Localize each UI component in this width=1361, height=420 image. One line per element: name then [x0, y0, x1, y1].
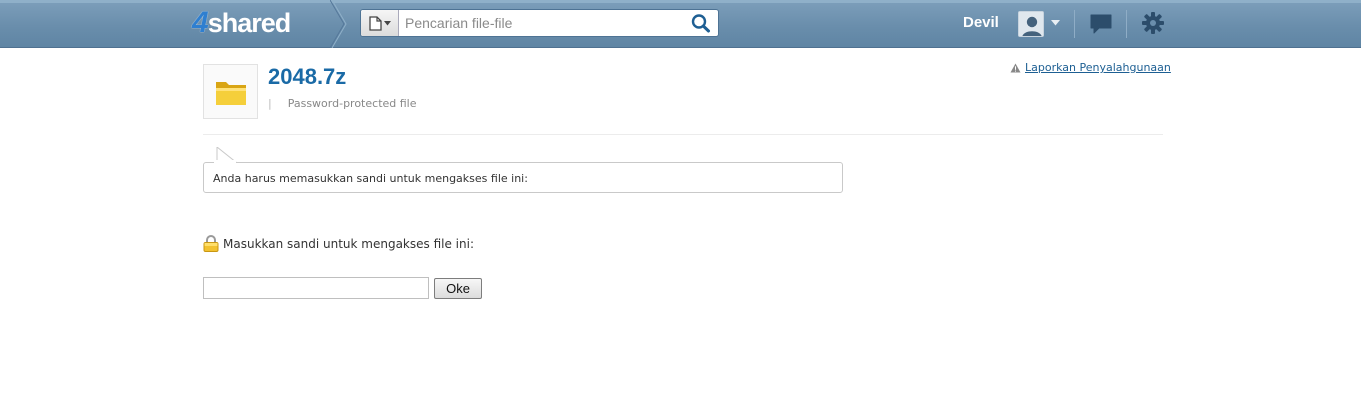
site-logo[interactable]: 4shared: [192, 6, 292, 39]
document-icon: [368, 15, 382, 31]
ok-button[interactable]: Oke: [434, 278, 482, 299]
logo-text: shared: [207, 8, 292, 38]
search-type-dropdown[interactable]: [361, 10, 399, 36]
file-protection-status: Password-protected file: [287, 97, 417, 110]
top-navigation-bar: 4shared Devil: [0, 0, 1361, 48]
logo-number: 4: [192, 6, 209, 39]
report-abuse-label: Laporkan Penyalahgunaan: [1025, 61, 1171, 74]
file-thumbnail: [203, 64, 258, 119]
user-name[interactable]: Devil: [963, 14, 999, 31]
password-label: Masukkan sandi untuk mengakses file ini:: [203, 235, 474, 252]
password-notice-text: Anda harus memasukkan sandi untuk mengak…: [213, 172, 528, 185]
password-label-text: Masukkan sandi untuk mengakses file ini:: [223, 236, 474, 251]
content-divider: [203, 134, 1163, 135]
bubble-tail-cover: [214, 160, 236, 164]
gear-icon[interactable]: [1141, 11, 1165, 35]
file-subtitle: | Password-protected file: [268, 97, 417, 110]
user-icon: [1019, 12, 1043, 36]
user-menu-chevron-down-icon[interactable]: [1051, 20, 1060, 26]
header-divider-chevron: [330, 0, 347, 48]
header-strip: [0, 0, 1361, 3]
search-box: [360, 9, 719, 37]
header-separator: [1126, 10, 1127, 38]
password-input[interactable]: [203, 277, 429, 299]
folder-icon: [215, 81, 246, 105]
user-avatar[interactable]: [1018, 11, 1044, 37]
warning-icon: [1010, 63, 1021, 72]
search-icon[interactable]: [690, 13, 712, 33]
search-input[interactable]: [401, 10, 681, 36]
password-notice: Anda harus memasukkan sandi untuk mengak…: [203, 162, 843, 193]
chevron-down-icon: [383, 20, 391, 25]
subtitle-separator: |: [268, 97, 272, 110]
chat-icon[interactable]: [1089, 13, 1113, 35]
header-separator: [1074, 10, 1075, 38]
lock-icon: [203, 235, 219, 252]
report-abuse-link[interactable]: Laporkan Penyalahgunaan: [1010, 61, 1171, 74]
file-title: 2048.7z: [268, 64, 347, 89]
